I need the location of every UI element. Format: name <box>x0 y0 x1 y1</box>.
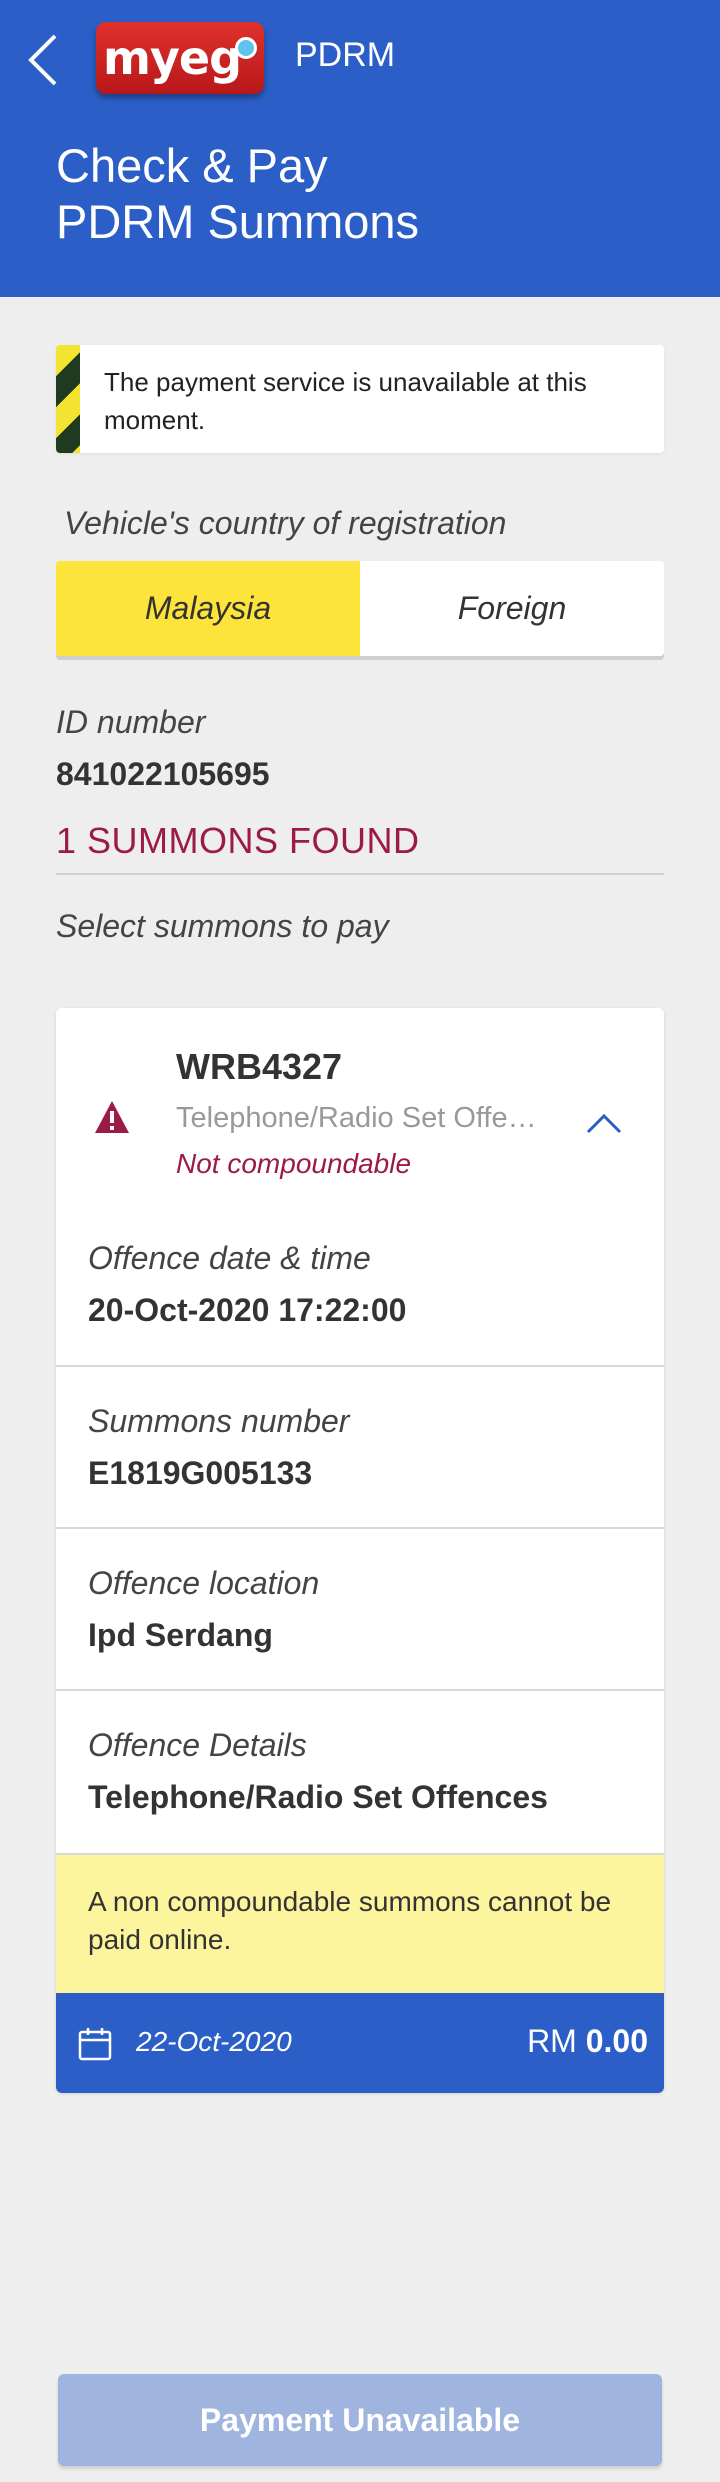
offence-date-value: 20-Oct-2020 17:22:00 <box>88 1292 407 1328</box>
page-title: Check & Pay PDRM Summons <box>56 138 419 250</box>
warning-triangle-icon <box>95 1101 129 1133</box>
summons-number-value: E1819G005133 <box>88 1455 313 1491</box>
offence-details-section: Offence Details Telephone/Radio Set Offe… <box>56 1689 664 1853</box>
id-number-label: ID number <box>56 704 206 740</box>
summons-found-count: 1 SUMMONS FOUND <box>56 820 420 861</box>
back-arrow-icon <box>28 34 57 86</box>
amount-value: 0.00 <box>585 2023 648 2059</box>
summons-number-label: Summons number <box>88 1403 350 1439</box>
hazard-stripe <box>56 345 80 453</box>
offence-location-section: Offence location Ipd Serdang <box>56 1527 664 1689</box>
option-foreign[interactable]: Foreign <box>360 561 664 656</box>
offence-summary: Telephone/Radio Set Offences <box>176 1102 546 1134</box>
vehicle-registration-label: Vehicle's country of registration <box>64 505 507 541</box>
payment-unavailable-button[interactable]: Payment Unavailable <box>58 2374 662 2466</box>
notice-text: A non compoundable summons cannot be pai… <box>88 1886 612 1955</box>
offence-details-label: Offence Details <box>88 1727 307 1763</box>
summons-date: 22-Oct-2020 <box>136 2026 292 2057</box>
vehicle-registration-toggle: Malaysia Foreign <box>56 561 664 656</box>
offence-date-label: Offence date & time <box>88 1240 371 1276</box>
offence-location-label: Offence location <box>88 1565 320 1601</box>
offence-details-value: Telephone/Radio Set Offences <box>88 1779 548 1815</box>
chevron-up-icon[interactable] <box>584 1108 624 1138</box>
divider <box>56 873 664 875</box>
summons-amount: RM 0.00 <box>527 2023 648 2060</box>
page-title-line2: PDRM Summons <box>56 195 420 248</box>
alert-text: The payment service is unavailable at th… <box>104 367 587 435</box>
option-malaysia[interactable]: Malaysia <box>56 561 360 656</box>
compound-status: Not compoundable <box>176 1148 412 1179</box>
calendar-icon <box>78 2028 112 2061</box>
summons-footer: 22-Oct-2020 RM 0.00 <box>56 1993 664 2093</box>
service-unavailable-alert: The payment service is unavailable at th… <box>56 345 664 453</box>
summons-number-section: Summons number E1819G005133 <box>56 1365 664 1527</box>
currency-label: RM <box>527 2023 577 2059</box>
app-label: PDRM <box>295 36 396 74</box>
select-summons-prompt: Select summons to pay <box>56 908 389 944</box>
non-compoundable-notice: A non compoundable summons cannot be pai… <box>56 1853 664 1995</box>
id-number-value: 841022105695 <box>56 756 270 792</box>
back-button[interactable] <box>18 30 68 90</box>
vehicle-plate: WRB4327 <box>176 1046 343 1087</box>
offence-location-value: Ipd Serdang <box>88 1617 273 1653</box>
myeg-logo: myeg <box>96 22 264 94</box>
logo-text: myeg <box>102 31 242 85</box>
summons-card[interactable]: WRB4327 Telephone/Radio Set Offences Not… <box>56 1008 664 2093</box>
page-title-line1: Check & Pay <box>56 139 328 192</box>
app-header: myeg PDRM Check & Pay PDRM Summons <box>0 0 720 297</box>
